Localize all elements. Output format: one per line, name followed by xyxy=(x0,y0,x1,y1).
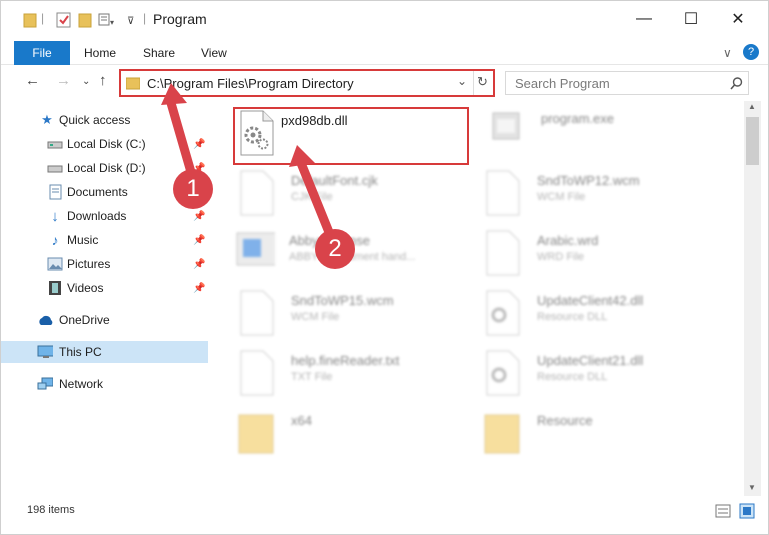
step-badge-1: 1 xyxy=(173,169,213,209)
step-badge-2: 2 xyxy=(315,229,355,269)
arrow-2-head xyxy=(289,145,315,167)
arrow-1 xyxy=(166,98,198,184)
explorer-window: | ▾ ⊽ | Program — ☐ ✕ File Home Share Vi… xyxy=(0,0,769,535)
arrow-1-head xyxy=(161,83,187,105)
annotation-overlay xyxy=(161,83,340,252)
